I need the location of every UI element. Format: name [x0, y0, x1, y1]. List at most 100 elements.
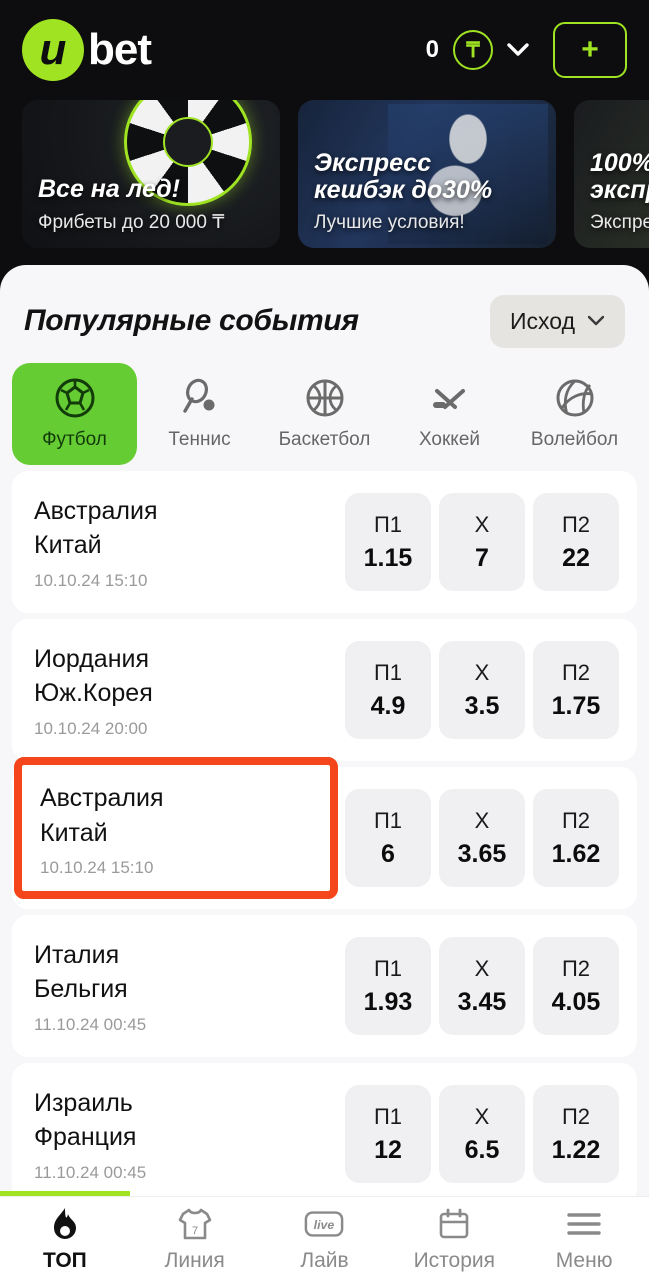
odd-button-p2[interactable]: П2 1.62	[533, 789, 619, 887]
sport-tab-label: Баскетбол	[278, 429, 371, 450]
odd-label: X	[474, 511, 490, 537]
svg-text:live: live	[314, 1217, 335, 1231]
odd-button-x[interactable]: X 3.45	[439, 937, 525, 1035]
sport-tabs[interactable]: Футбол Теннис Баскетбол Хоккей Волейбол	[0, 351, 649, 471]
odd-value: 6.5	[464, 1135, 500, 1164]
highlighted-match-teams[interactable]: Австралия Китай 10.10.24 15:10	[40, 781, 164, 878]
odds-group: П1 1.15 X 7 П2 22	[345, 493, 619, 591]
promo-banner[interactable]: Экспресс кешбэк до30% Лучшие условия!	[298, 100, 556, 248]
nav-item-label: ТОП	[43, 1248, 87, 1272]
table-row[interactable]: Италия Бельгия 11.10.24 00:45 П1 1.93 X …	[12, 915, 637, 1057]
odd-button-p1[interactable]: П1 6	[345, 789, 431, 887]
sport-tab-basketball[interactable]: Баскетбол	[262, 363, 387, 465]
odd-value: 1.15	[363, 543, 413, 572]
odd-button-x[interactable]: X 3.65	[439, 789, 525, 887]
odd-value: 22	[562, 543, 590, 572]
odd-button-p2[interactable]: П2 1.75	[533, 641, 619, 739]
promo-banner-subtitle: Фрибеты до 20 000 ₸	[38, 212, 225, 233]
nav-item-top[interactable]: ТОП	[0, 1205, 130, 1273]
odd-button-p1[interactable]: П1 1.93	[345, 937, 431, 1035]
chevron-down-icon[interactable]	[507, 39, 529, 61]
odd-value: 1.93	[363, 987, 413, 1016]
menu-icon	[564, 1205, 604, 1243]
nav-item-menu[interactable]: Меню	[519, 1205, 649, 1273]
odd-button-x[interactable]: X 6.5	[439, 1085, 525, 1183]
calendar-icon	[434, 1205, 474, 1243]
odd-button-p1[interactable]: П1 1.15	[345, 493, 431, 591]
sport-tab-hockey[interactable]: Хоккей	[387, 363, 512, 465]
app-header: u bet 0 ₸ +	[0, 0, 649, 100]
sport-tab-volleyball[interactable]: Волейбол	[512, 363, 637, 465]
match-time: 10.10.24 20:00	[34, 718, 148, 738]
content-panel: Популярные события Исход Футбол Теннис Б…	[0, 265, 649, 1280]
odd-label: П2	[561, 807, 591, 833]
sport-tab-football[interactable]: Футбол	[12, 363, 137, 465]
sport-tab-tennis[interactable]: Теннис	[137, 363, 262, 465]
nav-item-line[interactable]: 7 Линия	[130, 1205, 260, 1273]
odd-button-p2[interactable]: П2 1.22	[533, 1085, 619, 1183]
home-team: Австралия	[34, 496, 158, 525]
home-team: Израиль	[34, 1088, 133, 1117]
sport-tab-label: Футбол	[42, 429, 107, 450]
promo-banner-carousel[interactable]: Все на лед! Фрибеты до 20 000 ₸ Экспресс…	[0, 100, 649, 262]
odd-value: 3.65	[457, 839, 507, 868]
balance-amount: 0	[425, 36, 439, 63]
football-icon	[52, 375, 98, 421]
promo-banner-text: Все на лед! Фрибеты до 20 000 ₸	[38, 175, 225, 235]
odd-button-x[interactable]: X 3.5	[439, 641, 525, 739]
nav-item-label: Меню	[555, 1248, 613, 1272]
promo-banner-title: Экспресс кешбэк до30%	[314, 149, 493, 204]
nav-item-history[interactable]: История	[389, 1205, 519, 1273]
odds-group: П1 1.93 X 3.45 П2 4.05	[345, 937, 619, 1035]
deposit-button[interactable]: +	[553, 22, 627, 78]
odd-value: 3.45	[457, 987, 507, 1016]
match-teams: Австралия Китай 10.10.24 15:10	[34, 494, 345, 591]
odd-label: П2	[561, 659, 591, 685]
odd-button-p1[interactable]: П1 12	[345, 1085, 431, 1183]
match-teams: Израиль Франция 11.10.24 00:45	[34, 1086, 345, 1183]
odd-label: П1	[373, 659, 403, 685]
odd-button-p2[interactable]: П2 4.05	[533, 937, 619, 1035]
odd-button-p1[interactable]: П1 4.9	[345, 641, 431, 739]
odd-value: 1.75	[551, 691, 601, 720]
match-teams: Иордания Юж.Корея 10.10.24 20:00	[34, 642, 345, 739]
promo-banner-subtitle: Лучшие условия!	[314, 212, 465, 233]
section-header: Популярные события Исход	[0, 265, 649, 351]
promo-banner-text: Экспресс кешбэк до30% Лучшие условия!	[314, 150, 492, 234]
chevron-down-icon	[587, 311, 605, 331]
table-row[interactable]: Израиль Франция 11.10.24 00:45 П1 12 X 6…	[12, 1063, 637, 1205]
bottom-navigation[interactable]: ТОП 7 Линия live Лайв История Меню	[0, 1196, 649, 1280]
page-title: Популярные события	[24, 304, 359, 337]
odd-value: 1.62	[551, 839, 601, 868]
tenge-icon[interactable]: ₸	[453, 30, 493, 70]
odds-group: П1 6 X 3.65 П2 1.62	[345, 789, 619, 887]
fire-icon	[45, 1205, 85, 1243]
header-actions: 0 ₸ +	[426, 22, 627, 78]
match-time: 10.10.24 15:10	[34, 570, 148, 590]
odd-value: 6	[381, 839, 395, 868]
odd-label: X	[474, 955, 490, 981]
odd-value: 7	[475, 543, 489, 572]
hockey-icon	[427, 375, 473, 421]
odd-button-x[interactable]: X 7	[439, 493, 525, 591]
tennis-icon	[177, 375, 223, 421]
promo-banner-text: 100% экспр Экспре	[590, 150, 649, 234]
odd-label: П1	[373, 955, 403, 981]
outcome-filter-dropdown[interactable]: Исход	[490, 294, 625, 348]
odd-label: X	[474, 1103, 490, 1129]
odds-group: П1 12 X 6.5 П2 1.22	[345, 1085, 619, 1183]
odd-button-p2[interactable]: П2 22	[533, 493, 619, 591]
table-row[interactable]: Иордания Юж.Корея 10.10.24 20:00 П1 4.9 …	[12, 619, 637, 761]
promo-banner[interactable]: Все на лед! Фрибеты до 20 000 ₸	[22, 100, 280, 248]
promo-banner-title: 100% экспр	[590, 149, 649, 204]
ubet-logo[interactable]: u bet	[22, 19, 152, 81]
logo-circle-icon: u	[22, 19, 84, 81]
table-row[interactable]: Австралия Китай 10.10.24 15:10 П1 1.15 X…	[12, 471, 637, 613]
odd-label: X	[474, 659, 490, 685]
odd-value: 1.22	[551, 1135, 601, 1164]
home-team: Иордания	[34, 644, 150, 673]
nav-item-live[interactable]: live Лайв	[260, 1205, 390, 1273]
promo-banner[interactable]: 100% экспр Экспре	[574, 100, 649, 248]
volleyball-icon	[552, 375, 598, 421]
odd-label: П1	[373, 1103, 403, 1129]
